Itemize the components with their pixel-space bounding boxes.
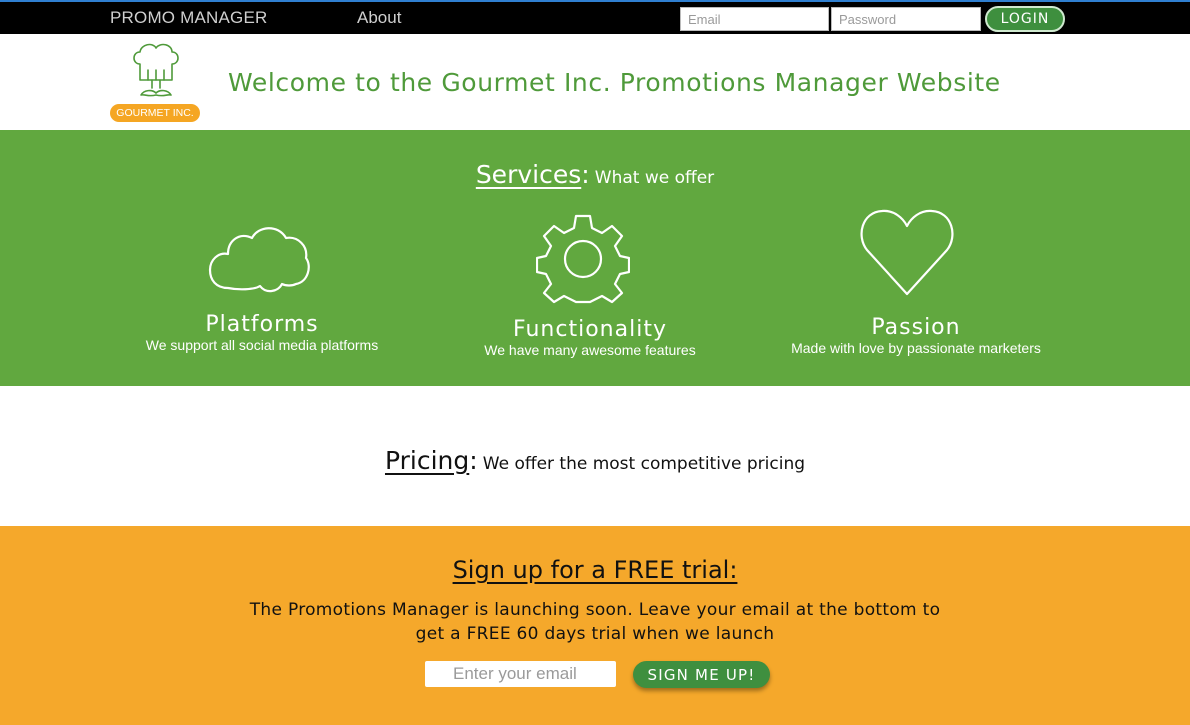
- pricing-title: Pricing: [384, 446, 470, 475]
- services-section: Services: What we offer Platforms We sup…: [0, 130, 1190, 386]
- about-link[interactable]: About: [357, 8, 401, 28]
- services-title: Services: [475, 160, 582, 189]
- platforms-desc: We support all social media platforms: [145, 337, 379, 353]
- functionality-title: Functionality: [513, 317, 667, 342]
- signup-title: Sign up for a FREE trial:: [452, 556, 738, 584]
- chef-hat-icon: [133, 43, 179, 97]
- service-passion: Passion Made with love by passionate mar…: [756, 315, 1076, 356]
- page-title: Welcome to the Gourmet Inc. Promotions M…: [228, 68, 1001, 97]
- pricing-subtitle: We offer the most competitive pricing: [482, 454, 806, 474]
- gourmet-logo: GOURMET INC.: [110, 40, 202, 124]
- pricing-section: Pricing: We offer the most competitive p…: [0, 386, 1190, 526]
- top-nav: PROMO MANAGER About LOGIN: [0, 0, 1190, 34]
- services-colon: :: [581, 160, 590, 189]
- cloud-icon: [208, 227, 310, 293]
- service-platforms: Platforms We support all social media pl…: [112, 312, 412, 353]
- service-functionality: Functionality We have many awesome featu…: [440, 317, 740, 358]
- password-field[interactable]: [831, 7, 981, 31]
- signup-description: The Promotions Manager is launching soon…: [195, 598, 995, 646]
- signup-section: Sign up for a FREE trial: The Promotions…: [0, 526, 1190, 725]
- passion-desc: Made with love by passionate marketers: [791, 340, 1041, 356]
- platforms-title: Platforms: [205, 312, 319, 337]
- services-subtitle: What we offer: [594, 168, 715, 188]
- sign-me-up-button[interactable]: SIGN ME UP!: [633, 661, 770, 688]
- email-field[interactable]: [680, 7, 829, 31]
- pricing-colon: :: [469, 446, 478, 475]
- pricing-heading: Pricing: We offer the most competitive p…: [0, 446, 1190, 475]
- signup-email-input[interactable]: [425, 661, 616, 687]
- brand-link[interactable]: PROMO MANAGER: [110, 8, 268, 28]
- heart-icon: [860, 209, 954, 296]
- login-button[interactable]: LOGIN: [985, 6, 1065, 32]
- passion-title: Passion: [871, 315, 961, 340]
- services-heading: Services: What we offer: [0, 160, 1190, 189]
- gear-icon: [536, 214, 630, 304]
- logo-badge: GOURMET INC.: [110, 104, 200, 122]
- signup-text-line2: get a FREE 60 days trial when we launch: [415, 624, 775, 644]
- header: GOURMET INC. Welcome to the Gourmet Inc.…: [0, 34, 1190, 130]
- signup-text-line1: The Promotions Manager is launching soon…: [249, 600, 941, 620]
- functionality-desc: We have many awesome features: [484, 342, 696, 358]
